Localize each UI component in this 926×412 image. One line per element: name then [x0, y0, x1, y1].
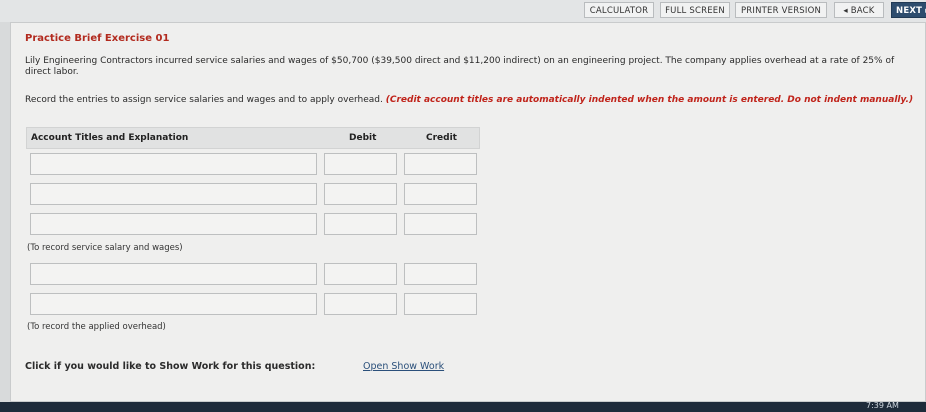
instruction-main: Record the entries to assign service sal… — [25, 95, 383, 105]
printer-version-button[interactable]: PRINTER VERSION — [735, 2, 827, 18]
calculator-button[interactable]: CALCULATOR — [584, 2, 654, 18]
full-screen-button[interactable]: FULL SCREEN — [660, 2, 730, 18]
credit-input-4[interactable] — [404, 263, 477, 285]
column-header-account: Account Titles and Explanation — [31, 133, 189, 143]
back-button[interactable]: ◂ BACK — [834, 2, 884, 18]
instruction-note: (Credit account titles are automatically… — [385, 95, 914, 105]
debit-input-2[interactable] — [324, 183, 397, 205]
account-input-5[interactable] — [30, 293, 317, 315]
column-header-credit: Credit — [426, 133, 457, 143]
exercise-title: Practice Brief Exercise 01 — [25, 33, 170, 44]
debit-input-3[interactable] — [324, 213, 397, 235]
debit-input-5[interactable] — [324, 293, 397, 315]
taskbar-clock: 7:39 AM — [866, 401, 899, 410]
show-work-prompt: Click if you would like to Show Work for… — [25, 361, 316, 372]
account-input-4[interactable] — [30, 263, 317, 285]
taskbar — [0, 402, 926, 412]
entry1-explanation: (To record service salary and wages) — [27, 243, 183, 253]
problem-text: Lily Engineering Contractors incurred se… — [25, 56, 895, 77]
debit-input-4[interactable] — [324, 263, 397, 285]
top-toolbar: CALCULATOR FULL SCREEN PRINTER VERSION ◂… — [0, 0, 926, 22]
debit-input-1[interactable] — [324, 153, 397, 175]
credit-input-5[interactable] — [404, 293, 477, 315]
open-show-work-link[interactable]: Open Show Work — [363, 361, 444, 372]
next-button[interactable]: NEXT ▸ — [891, 2, 926, 18]
credit-input-1[interactable] — [404, 153, 477, 175]
entry2-explanation: (To record the applied overhead) — [27, 322, 166, 332]
credit-input-2[interactable] — [404, 183, 477, 205]
credit-input-3[interactable] — [404, 213, 477, 235]
account-input-2[interactable] — [30, 183, 317, 205]
journal-header: Account Titles and Explanation Debit Cre… — [26, 127, 480, 149]
account-input-3[interactable] — [30, 213, 317, 235]
instruction-text: Record the entries to assign service sal… — [25, 95, 915, 106]
question-panel: Practice Brief Exercise 01 Lily Engineer… — [10, 22, 926, 402]
account-input-1[interactable] — [30, 153, 317, 175]
column-header-debit: Debit — [349, 133, 377, 143]
